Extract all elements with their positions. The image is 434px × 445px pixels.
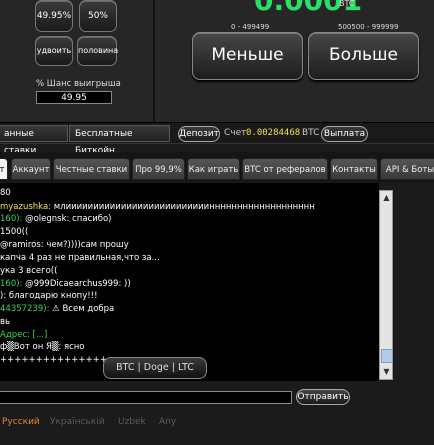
chat-message: Адрес: [...] xyxy=(0,330,48,340)
tab-referrals[interactable]: BTC от рефералов xyxy=(242,158,328,180)
win-chance-label: % Шанс выигрыша xyxy=(36,79,121,89)
chat-message: 160): @olegnsk: спасибо) xyxy=(0,214,112,224)
tab-contacts[interactable]: Контакты xyxy=(330,158,378,180)
tab-how-to-play[interactable]: Как играть xyxy=(187,158,240,180)
pct-button-2[interactable]: 50% xyxy=(79,0,117,32)
lang-uzbek[interactable]: Uzbek xyxy=(118,417,146,427)
lang-any[interactable]: Any xyxy=(159,417,176,427)
pct-button-1[interactable]: 49.95% xyxy=(35,0,73,32)
withdraw-button[interactable]: Выплата xyxy=(321,126,368,142)
chat-message: ): благодарю кнопу!!! xyxy=(0,291,98,301)
scroll-down-icon[interactable]: ▼ xyxy=(381,366,392,378)
chat-log: 80 myazushka: млииииииииииииииииииииииии… xyxy=(0,183,379,381)
amount-currency: BTC xyxy=(339,0,355,8)
account-currency: BTC xyxy=(302,128,320,138)
tab-fair-bets[interactable]: Честные ставки xyxy=(53,158,130,180)
deposit-button[interactable]: Депозит xyxy=(178,126,220,142)
scroll-up-icon[interactable]: ▲ xyxy=(381,192,392,204)
bets-button[interactable]: анные ставки xyxy=(0,125,68,156)
chat-message: 1500(( xyxy=(0,227,29,237)
chat-message: 80 xyxy=(0,188,11,198)
tab-chat[interactable]: т xyxy=(0,158,8,180)
win-chance-input[interactable]: 49.95 xyxy=(36,91,112,104)
chat-message: +++++++++++++++ xyxy=(0,355,107,365)
account-label: Счет xyxy=(224,128,247,138)
chat-message: вь xyxy=(0,317,11,327)
tab-pro[interactable]: Про 99,9% xyxy=(132,158,185,180)
panel-divider xyxy=(153,0,155,122)
more-button[interactable]: Больше xyxy=(308,32,419,80)
chat-message: @ramiros: чем?))))сам прошу xyxy=(0,240,129,250)
less-range: 0 - 499499 xyxy=(231,23,270,31)
message-input[interactable] xyxy=(0,391,292,404)
chat-message: ф▒Вот он Я▒: ясно xyxy=(0,342,85,352)
double-button[interactable]: удвоить xyxy=(35,36,73,66)
less-button[interactable]: Меньше xyxy=(192,32,303,80)
chat-message: капча 4 раз не правильная,что за... xyxy=(0,253,160,263)
chat-message: myazushka: млиииииииииииииииииииииииииин… xyxy=(0,202,315,212)
tab-api-bots[interactable]: API & Боты xyxy=(380,158,434,180)
chat-message: ука 3 всего(( xyxy=(0,266,58,276)
more-range: 500500 - 999999 xyxy=(338,23,399,31)
chat-scrollbar[interactable]: ▲ ▼ xyxy=(379,190,393,380)
scroll-thumb[interactable] xyxy=(381,349,393,363)
lang-ukrainian[interactable]: Українській xyxy=(50,417,105,427)
free-btc-button[interactable]: Бесплатные Биткойн xyxy=(69,125,170,156)
account-balance: 0.00284468 xyxy=(246,128,301,138)
half-button[interactable]: половина xyxy=(77,36,118,66)
lang-russian[interactable]: Русский xyxy=(2,417,40,427)
send-button[interactable]: Отправить xyxy=(296,389,350,405)
tab-account[interactable]: Аккаунт xyxy=(11,158,51,180)
chat-message: 160): @999Dicaearchus999: )) xyxy=(0,279,131,289)
currency-switch[interactable]: BTC | Doge | LTC xyxy=(103,357,207,379)
chat-message: 44357239): ⚠ Всем добра xyxy=(0,304,115,314)
